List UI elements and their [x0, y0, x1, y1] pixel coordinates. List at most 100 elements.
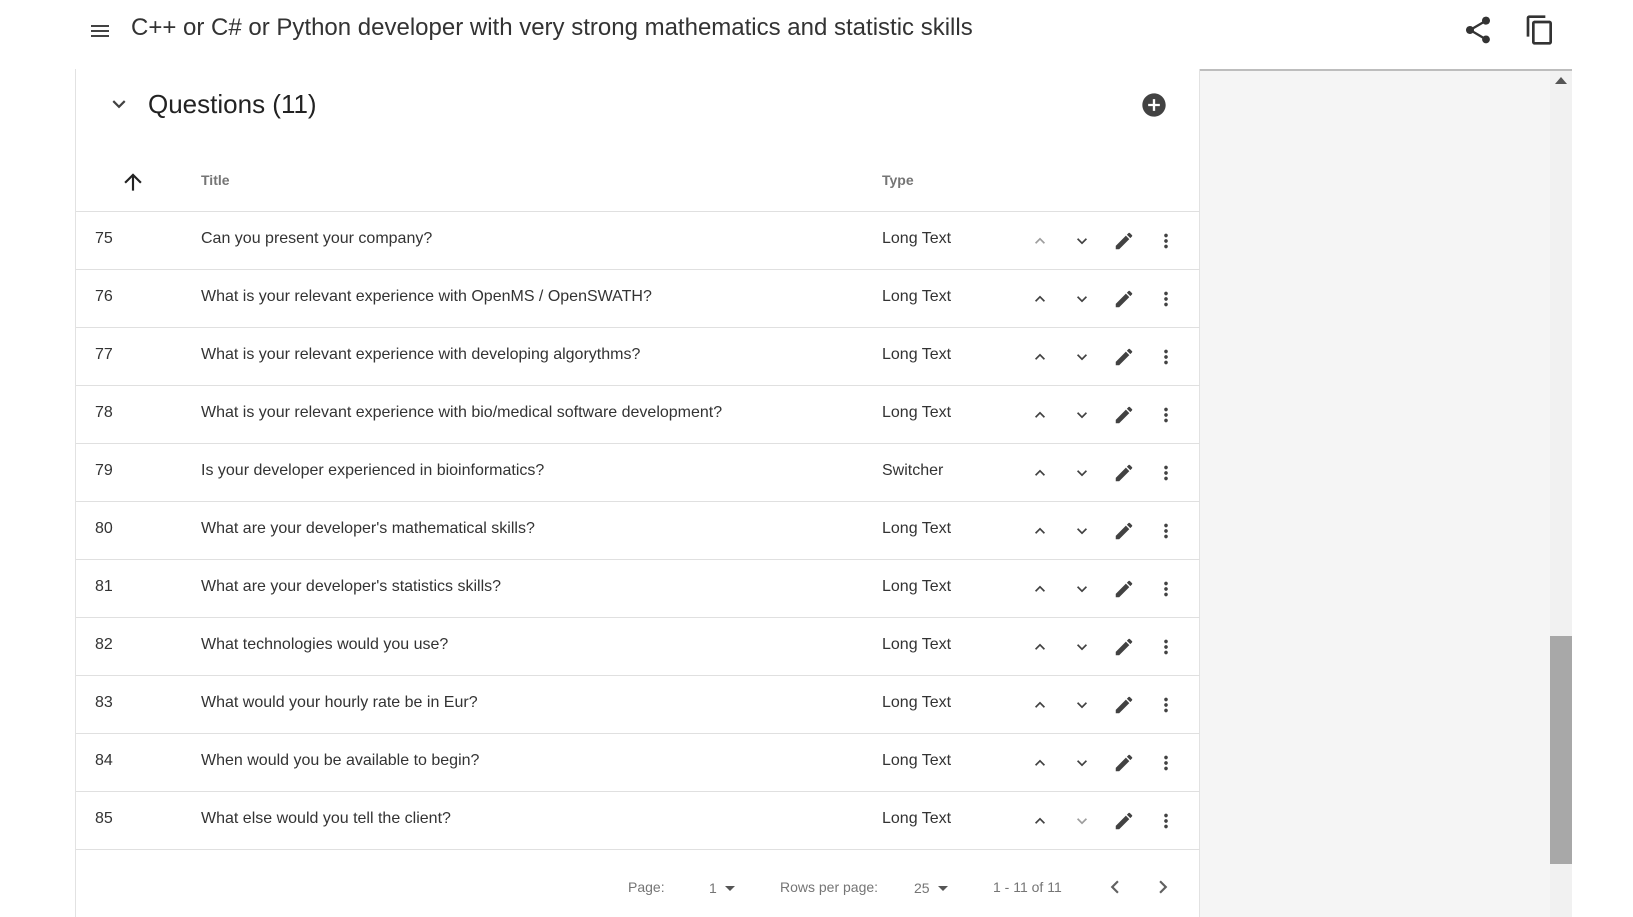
edit-button[interactable]: [1110, 517, 1138, 545]
move-up-button[interactable]: [1026, 517, 1054, 545]
rows-per-page-value: 25: [914, 880, 930, 896]
menu-icon[interactable]: [86, 17, 114, 45]
scrollbar-thumb[interactable]: [1550, 636, 1572, 864]
edit-button[interactable]: [1110, 285, 1138, 313]
scroll-up-arrow-icon[interactable]: [1555, 77, 1567, 84]
pencil-icon: [1115, 232, 1133, 250]
pencil-icon: [1115, 638, 1133, 656]
page-value: 1: [709, 880, 717, 896]
rows-per-page-label: Rows per page:: [780, 879, 879, 895]
dropdown-arrow-icon: [937, 885, 948, 891]
row-number: 81: [95, 578, 113, 595]
section-header: Questions (11): [76, 69, 1201, 149]
scrollbar[interactable]: [1550, 71, 1572, 917]
chevron-down-icon: [1077, 818, 1087, 825]
edit-button[interactable]: [1110, 575, 1138, 603]
row-type: Long Text: [882, 404, 952, 421]
move-up-button[interactable]: [1026, 633, 1054, 661]
next-page-button[interactable]: [1150, 874, 1176, 900]
more-vert-icon: [1164, 349, 1168, 365]
more-options-button[interactable]: [1152, 691, 1180, 719]
move-down-button[interactable]: [1068, 517, 1096, 545]
pencil-icon: [1115, 406, 1133, 424]
chevron-down-icon: [1077, 760, 1087, 767]
row-title: What is your relevant experience with bi…: [201, 404, 723, 421]
pencil-icon: [1115, 696, 1133, 714]
move-down-button[interactable]: [1068, 807, 1096, 835]
column-header-type[interactable]: Type: [882, 172, 914, 188]
move-down-button[interactable]: [1068, 633, 1096, 661]
chevron-left-icon: [1110, 880, 1119, 894]
more-options-button[interactable]: [1152, 807, 1180, 835]
edit-button[interactable]: [1110, 227, 1138, 255]
row-title: Can you present your company?: [201, 230, 433, 247]
edit-button[interactable]: [1110, 633, 1138, 661]
move-down-button[interactable]: [1068, 285, 1096, 313]
chevron-up-icon: [1035, 469, 1045, 476]
row-title: What would your hourly rate be in Eur?: [201, 694, 478, 711]
move-down-button[interactable]: [1068, 227, 1096, 255]
edit-button[interactable]: [1110, 807, 1138, 835]
move-down-button[interactable]: [1068, 691, 1096, 719]
move-down-button[interactable]: [1068, 343, 1096, 371]
row-type: Long Text: [882, 578, 952, 595]
row-number: 84: [95, 752, 113, 769]
more-options-button[interactable]: [1152, 633, 1180, 661]
more-options-button[interactable]: [1152, 459, 1180, 487]
move-up-button[interactable]: [1026, 401, 1054, 429]
right-panel: [1200, 71, 1550, 917]
move-down-button[interactable]: [1068, 401, 1096, 429]
rows-per-page-select[interactable]: 25: [914, 877, 960, 899]
more-options-button[interactable]: [1152, 227, 1180, 255]
move-down-button[interactable]: [1068, 749, 1096, 777]
move-down-button[interactable]: [1068, 575, 1096, 603]
chevron-up-icon: [1035, 817, 1045, 824]
page-select[interactable]: 1: [709, 877, 749, 899]
add-circle-icon[interactable]: [1140, 91, 1168, 119]
table-row: 82 What technologies would you use? Long…: [76, 618, 1201, 676]
share-icon[interactable]: [1462, 14, 1494, 46]
more-options-button[interactable]: [1152, 749, 1180, 777]
more-options-button[interactable]: [1152, 517, 1180, 545]
table-row: 81 What are your developer's statistics …: [76, 560, 1201, 618]
move-up-button[interactable]: [1026, 285, 1054, 313]
more-options-button[interactable]: [1152, 401, 1180, 429]
move-up-button[interactable]: [1026, 575, 1054, 603]
questions-table: 75 Can you present your company? Long Te…: [76, 212, 1201, 850]
row-title: What are your developer's statistics ski…: [201, 578, 502, 595]
edit-button[interactable]: [1110, 459, 1138, 487]
move-up-button[interactable]: [1026, 749, 1054, 777]
arrow-up-icon[interactable]: [120, 169, 146, 195]
questions-card: Questions (11) Title Type 75 Can you pre…: [75, 69, 1201, 917]
chevron-down-icon[interactable]: [106, 91, 132, 117]
move-down-button[interactable]: [1068, 459, 1096, 487]
row-title: What are your developer's mathematical s…: [201, 520, 535, 537]
more-options-button[interactable]: [1152, 575, 1180, 603]
table-row: 83 What would your hourly rate be in Eur…: [76, 676, 1201, 734]
move-up-button[interactable]: [1026, 343, 1054, 371]
previous-page-button[interactable]: [1102, 874, 1128, 900]
row-type: Switcher: [882, 462, 944, 479]
top-bar: C++ or C# or Python developer with very …: [0, 0, 1633, 66]
copy-icon[interactable]: [1524, 14, 1556, 46]
move-up-button[interactable]: [1026, 459, 1054, 487]
edit-button[interactable]: [1110, 401, 1138, 429]
column-header-title[interactable]: Title: [201, 172, 230, 188]
row-type: Long Text: [882, 230, 952, 247]
chevron-down-icon: [1077, 354, 1087, 361]
edit-button[interactable]: [1110, 691, 1138, 719]
table-row: 80 What are your developer's mathematica…: [76, 502, 1201, 560]
more-options-button[interactable]: [1152, 285, 1180, 313]
more-options-button[interactable]: [1152, 343, 1180, 371]
table-row: 76 What is your relevant experience with…: [76, 270, 1201, 328]
edit-button[interactable]: [1110, 343, 1138, 371]
chevron-down-icon: [1077, 644, 1087, 651]
row-type: Long Text: [882, 520, 952, 537]
move-up-button[interactable]: [1026, 227, 1054, 255]
pencil-icon: [1115, 348, 1133, 366]
table-row: 77 What is your relevant experience with…: [76, 328, 1201, 386]
edit-button[interactable]: [1110, 749, 1138, 777]
move-up-button[interactable]: [1026, 691, 1054, 719]
page-label: Page:: [628, 879, 665, 895]
move-up-button[interactable]: [1026, 807, 1054, 835]
